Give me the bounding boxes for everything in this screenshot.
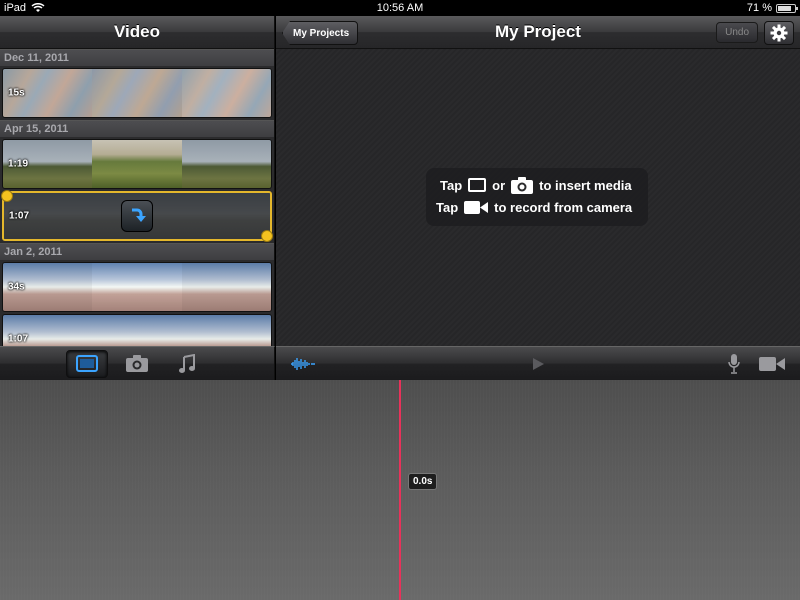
media-type-toolbar [0, 346, 275, 380]
hint-text: Tap [436, 199, 459, 215]
trim-handle-end[interactable] [261, 230, 273, 242]
photo-tab[interactable] [116, 350, 158, 378]
music-icon [179, 353, 195, 373]
clip-duration: 1:07 [9, 210, 30, 222]
section-date: Jan 2, 2011 [0, 243, 274, 260]
clip-duration: 1:07 [8, 333, 29, 345]
record-camera-button[interactable] [758, 347, 786, 381]
section-date: Dec 11, 2011 [0, 49, 274, 66]
insert-arrow-icon [132, 208, 146, 222]
hint-text: or [492, 177, 506, 193]
record-voiceover-button[interactable] [724, 347, 744, 381]
my-projects-button[interactable]: My Projects [282, 21, 359, 45]
clip-duration: 1:19 [8, 158, 29, 170]
audio-waveform-icon [291, 358, 315, 370]
project-viewer: My Projects My Project Undo Tap or to in… [276, 16, 800, 346]
music-tab[interactable] [166, 350, 208, 378]
status-left: iPad [4, 2, 45, 14]
undo-button[interactable]: Undo [716, 22, 758, 43]
settings-button[interactable] [764, 21, 794, 45]
hint-text: Tap [440, 177, 463, 193]
project-nav-bar: My Projects My Project Undo [276, 16, 800, 49]
video-clip[interactable]: 1:07 [2, 314, 272, 346]
device-name: iPad [4, 2, 27, 14]
video-icon [468, 178, 487, 192]
video-clip[interactable]: 1:19 [2, 139, 272, 189]
playhead [399, 380, 401, 600]
status-time: 10:56 AM [376, 2, 424, 14]
playhead-time-label: 0.0s [408, 473, 438, 490]
gear-icon [770, 24, 788, 42]
media-browser: Video Dec 11, 2011 15s Apr 15, 2011 1:19… [0, 16, 275, 346]
project-timeline[interactable]: 0.0s [0, 380, 800, 600]
status-bar: iPad 10:56 AM 71 % [0, 0, 800, 16]
playback-toolbar [276, 346, 800, 380]
trim-handle-start[interactable] [1, 190, 13, 202]
play-button[interactable] [526, 347, 550, 381]
photo-icon [126, 355, 148, 372]
empty-project-hint: Tap or to insert media Tap to record fro… [426, 168, 648, 226]
hint-text: to record from camera [494, 199, 633, 215]
battery-icon [776, 3, 798, 13]
audio-waveform-button[interactable] [288, 347, 318, 381]
battery-percent: 71 % [746, 2, 772, 14]
clip-duration: 34s [8, 281, 25, 293]
section-date: Apr 15, 2011 [0, 120, 274, 137]
photo-icon [511, 176, 534, 194]
camera-record-icon [759, 357, 785, 371]
video-icon [76, 355, 98, 372]
video-tab[interactable] [66, 349, 108, 378]
media-browser-title: Video [0, 16, 274, 49]
wifi-icon [31, 3, 45, 12]
status-right: 71 % [746, 2, 798, 14]
video-clip[interactable]: 15s [2, 68, 272, 118]
clip-duration: 15s [8, 87, 25, 99]
microphone-icon [728, 354, 740, 374]
video-clip[interactable]: 34s [2, 262, 272, 312]
video-clip-selected[interactable]: 1:07 [1, 190, 273, 242]
project-title: My Project [495, 22, 581, 41]
play-icon [533, 358, 544, 370]
insert-clip-button[interactable] [121, 200, 153, 232]
camera-record-icon [464, 200, 489, 214]
hint-text: to insert media [539, 177, 632, 193]
